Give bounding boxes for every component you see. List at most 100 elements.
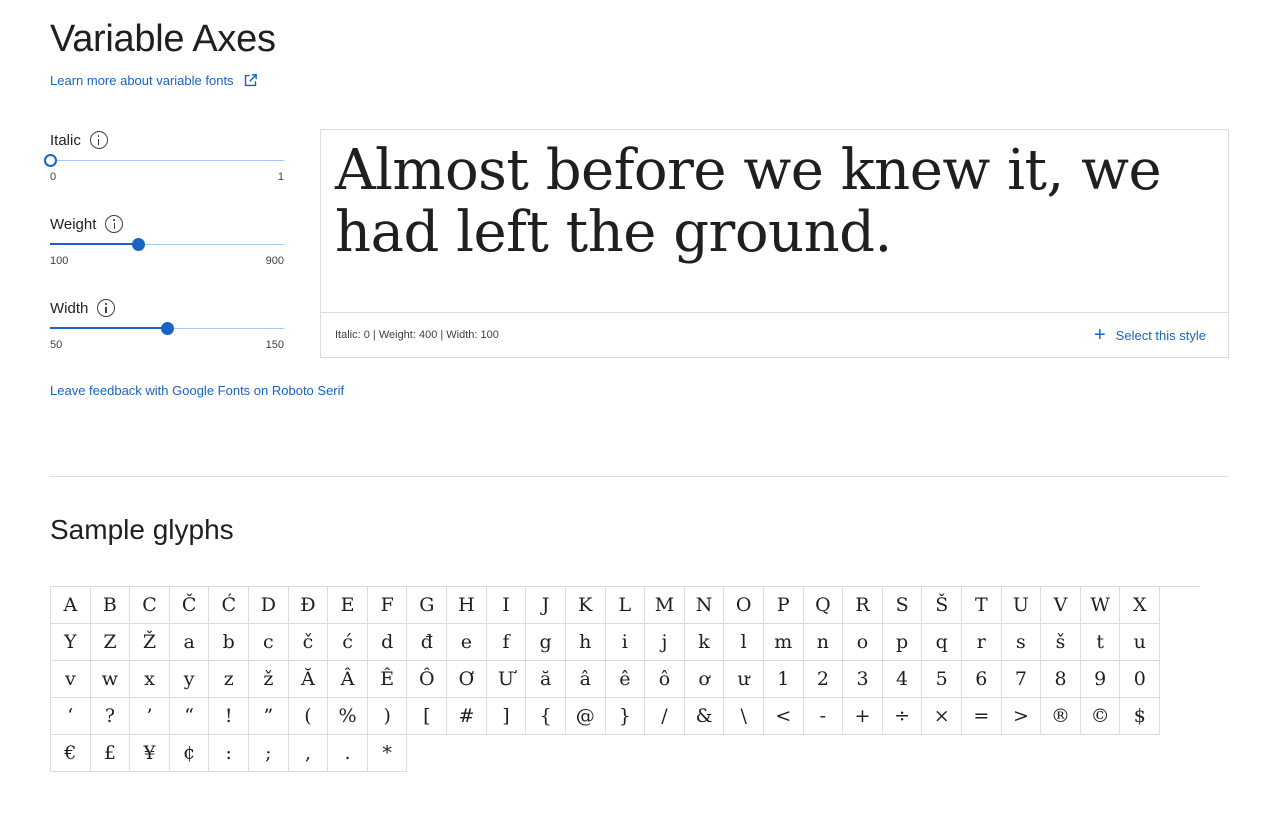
preview-text[interactable]: Almost before we knew it, we had left th…	[335, 140, 1215, 264]
glyph-cell: (	[288, 698, 329, 735]
glyph-cell: Y	[51, 624, 91, 661]
glyph-grid: ABCČĆDĐEFGHIJKLMNOPQRSŠTUVWX YZŽabcčćdđef…	[50, 586, 1199, 772]
glyph-cell: w	[90, 661, 131, 698]
glyph-cell: &	[684, 698, 725, 735]
glyph-cell: Č	[169, 587, 210, 624]
axis-italic: Italic 0 1	[44, 131, 284, 183]
glyph-cell: P	[763, 587, 804, 624]
slider-thumb[interactable]	[44, 154, 57, 167]
divider	[50, 476, 1229, 477]
glyph-cell: â	[565, 661, 606, 698]
glyph-cell: V	[1041, 587, 1081, 624]
glyph-cell: :	[209, 735, 250, 772]
glyph-cell: đ	[407, 624, 448, 661]
glyph-cell: q	[922, 624, 963, 661]
glyph-cell: ÷	[882, 698, 923, 735]
info-icon[interactable]	[105, 215, 124, 233]
slider-thumb[interactable]	[161, 322, 174, 335]
glyph-cell: Ž	[130, 624, 170, 661]
axis-max: 1	[277, 171, 284, 183]
glyph-cell: E	[328, 587, 368, 624]
glyph-cell: 0	[1120, 661, 1161, 698]
glyph-cell: <	[763, 698, 804, 735]
glyph-cell: !	[209, 698, 250, 735]
slider-fill	[50, 243, 138, 245]
info-icon[interactable]	[97, 299, 116, 317]
glyph-cell: 3	[843, 661, 883, 698]
italic-slider[interactable]	[44, 153, 284, 169]
style-settings-text: Italic: 0 | Weight: 400 | Width: 100	[335, 329, 499, 341]
glyph-cell: @	[565, 698, 606, 735]
glyph-cell: \	[724, 698, 764, 735]
glyph-cell: 9	[1080, 661, 1121, 698]
glyph-cell: €	[51, 735, 91, 772]
glyph-cell: ¥	[130, 735, 170, 772]
glyph-cell: #	[447, 698, 487, 735]
glyph-cell: [	[407, 698, 448, 735]
glyph-cell: B	[90, 587, 131, 624]
glyph-cell: r	[962, 624, 1002, 661]
glyph-cell: -	[803, 698, 844, 735]
glyph-cell: I	[486, 587, 527, 624]
glyph-cell: l	[724, 624, 764, 661]
feedback-link[interactable]: Leave feedback with Google Fonts on Robo…	[50, 383, 344, 398]
glyph-cell: a	[169, 624, 210, 661]
glyph-cell: o	[843, 624, 883, 661]
glyph-cell: )	[367, 698, 408, 735]
select-style-button[interactable]: + Select this style	[1093, 324, 1206, 346]
glyph-cell: ê	[605, 661, 646, 698]
glyph-cell: k	[684, 624, 725, 661]
glyph-cell: ;	[249, 735, 289, 772]
axis-weight: Weight 100 900	[50, 215, 284, 267]
glyph-cell: ă	[526, 661, 566, 698]
glyph-cell: 2	[803, 661, 844, 698]
learn-more-link[interactable]: Learn more about variable fonts	[50, 72, 259, 89]
glyph-cell: Ơ	[447, 661, 487, 698]
glyph-cell: b	[209, 624, 250, 661]
glyph-cell: %	[328, 698, 368, 735]
width-slider[interactable]	[50, 321, 284, 337]
glyph-cell: “	[169, 698, 210, 735]
glyph-cell: 5	[922, 661, 963, 698]
glyph-cell: x	[130, 661, 170, 698]
glyph-cell: e	[447, 624, 487, 661]
glyph-cell: u	[1120, 624, 1161, 661]
glyph-cell: Â	[328, 661, 368, 698]
glyph-cell: y	[169, 661, 210, 698]
axis-min: 100	[50, 255, 69, 267]
glyph-cell: F	[367, 587, 408, 624]
preview-panel: Almost before we knew it, we had left th…	[320, 129, 1229, 358]
glyph-cell: d	[367, 624, 408, 661]
glyph-cell: .	[328, 735, 368, 772]
glyph-cell: ×	[922, 698, 963, 735]
weight-slider[interactable]	[50, 237, 284, 253]
glyph-cell: p	[882, 624, 923, 661]
glyph-cell: ô	[645, 661, 685, 698]
glyph-cell: z	[209, 661, 250, 698]
glyph-cell: ž	[249, 661, 289, 698]
preview-footer: Italic: 0 | Weight: 400 | Width: 100 + S…	[321, 312, 1228, 357]
glyph-cell: č	[288, 624, 329, 661]
glyph-cell: C	[130, 587, 170, 624]
glyph-cell: Ć	[209, 587, 250, 624]
glyph-cell: c	[249, 624, 289, 661]
glyph-cell: ”	[249, 698, 289, 735]
plus-icon: +	[1093, 324, 1106, 346]
axis-width: Width 50 150	[50, 299, 284, 351]
slider-thumb[interactable]	[131, 238, 145, 251]
glyph-cell: =	[962, 698, 1002, 735]
axis-min: 0	[50, 171, 57, 183]
glyph-cell: 6	[962, 661, 1002, 698]
glyph-cell: /	[645, 698, 685, 735]
select-style-label: Select this style	[1115, 327, 1206, 343]
learn-more-label: Learn more about variable fonts	[50, 73, 234, 88]
glyph-cell: H	[447, 587, 487, 624]
glyph-cell: +	[843, 698, 883, 735]
glyph-cell: D	[249, 587, 289, 624]
axis-max: 900	[265, 255, 284, 267]
glyph-cell: j	[645, 624, 685, 661]
glyph-cell: >	[1001, 698, 1042, 735]
info-icon[interactable]	[89, 131, 108, 149]
glyph-cell: f	[486, 624, 527, 661]
glyph-cell: K	[565, 587, 606, 624]
